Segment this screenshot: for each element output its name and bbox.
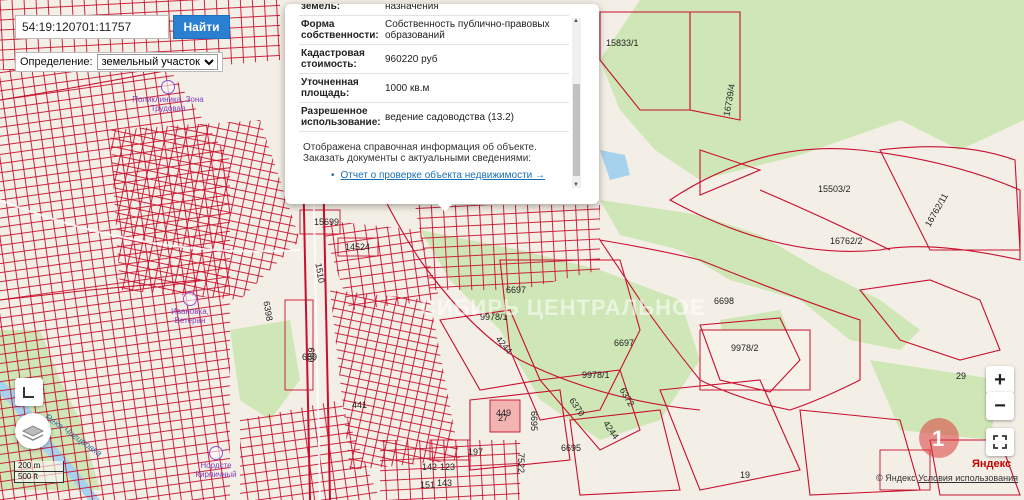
plot-label: 7522 — [516, 452, 527, 474]
layers-icon — [21, 425, 45, 441]
table-row: Уточненная площадь: 1000 кв.м — [299, 73, 569, 103]
plot-label: 441 — [352, 400, 368, 410]
logo-icon: 1 — [919, 418, 959, 458]
poi-marker[interactable]: Нордсте Кирпичный — [186, 446, 246, 479]
definition-label: Определение: — [20, 56, 93, 68]
row-key: земель: — [299, 4, 383, 16]
logo-text: Яндекс — [972, 458, 1012, 470]
plot-label: 6697 — [506, 285, 527, 295]
scale-imperial: 500 ft — [14, 472, 64, 483]
poi-pin-icon — [161, 80, 175, 94]
logo: 1 Яндекс — [914, 416, 1011, 471]
svg-text:1: 1 — [932, 426, 944, 451]
row-value: 1000 кв.м — [383, 73, 569, 103]
parcel-info-table: земель: назначения Форма собственности: Со… — [299, 4, 569, 132]
definition-row: Определение: земельный участок — [15, 52, 223, 72]
plot-label: 6697 — [614, 338, 635, 348]
row-key: Разрешенное использование: — [299, 102, 383, 132]
row-value: назначения — [383, 4, 569, 16]
popup-scrollbar[interactable]: ▲ ▼ — [572, 18, 581, 188]
row-key: Форма собственности: — [299, 15, 383, 45]
plot-label: 151 — [420, 480, 436, 490]
map-footer: © Яндекс Условия использования — [876, 473, 1018, 483]
table-row: Форма собственности: Собственность публич… — [299, 15, 569, 45]
row-key: Уточненная площадь: — [299, 73, 383, 103]
ruler-button[interactable] — [15, 378, 43, 406]
plot-label: 16762/2 — [830, 236, 863, 246]
plot-label: 15503/2 — [818, 184, 851, 194]
scroll-up-icon[interactable]: ▲ — [573, 18, 579, 24]
info-popup: земель: назначения Форма собственности: Со… — [285, 4, 599, 204]
row-value: Собственность публично-правовых образова… — [383, 15, 569, 45]
plot-label: 29 — [956, 371, 967, 381]
plot-label: 9978/2 — [731, 343, 759, 353]
plot-label: 197 — [468, 447, 484, 457]
layers-button[interactable] — [15, 413, 51, 449]
scroll-down-icon[interactable]: ▼ — [573, 182, 579, 188]
plot-label: 143 — [437, 478, 453, 488]
plot-label: 6698 — [714, 296, 735, 306]
plot-label: 6695 — [561, 443, 582, 453]
fullscreen-icon — [993, 435, 1007, 449]
plot-label: 6695 — [529, 410, 540, 432]
table-row: Разрешенное использование: ведение садово… — [299, 102, 569, 132]
plot-label: 689 — [302, 352, 318, 362]
poi-marker[interactable]: Поликлиника, Зона Трудовая — [128, 80, 208, 113]
fullscreen-button[interactable] — [986, 428, 1014, 456]
table-row: земель: назначения — [299, 4, 569, 16]
cadastral-number-input[interactable] — [15, 15, 169, 39]
watermark: СИБИРЬ ЦЕНТРАЛЬНОЕ — [420, 295, 706, 320]
search-bar: Найти — [15, 15, 230, 39]
zoom-in-button[interactable]: + — [986, 366, 1014, 394]
poi-pin-icon — [183, 292, 197, 306]
row-key: Кадастровая стоимость: — [299, 44, 383, 74]
plot-label: 27 — [498, 413, 509, 423]
row-value: 960220 руб — [383, 44, 569, 74]
copyright-text: © Яндекс — [876, 473, 916, 483]
poi-marker[interactable]: Ивановка, Ветеран — [160, 292, 220, 325]
table-row: Кадастровая стоимость: 960220 руб — [299, 44, 569, 74]
plot-label: 14524 — [345, 242, 371, 252]
search-button[interactable]: Найти — [173, 15, 230, 39]
poi-pin-icon — [209, 446, 223, 460]
info-text: Отображена справочная информация об объе… — [303, 142, 537, 164]
terms-link[interactable]: Условия использования — [918, 473, 1018, 483]
definition-select[interactable]: земельный участок — [96, 54, 218, 70]
scale-bar: 200 m 500 ft — [14, 461, 64, 483]
row-value: ведение садоводства (13.2) — [383, 102, 569, 132]
scroll-thumb[interactable] — [573, 84, 580, 176]
report-link[interactable]: Отчет о проверке объекта недвижимости → — [331, 170, 599, 181]
ruler-icon — [23, 387, 34, 398]
plot-label: 123 — [440, 462, 456, 472]
plot-label: 142 — [422, 462, 438, 472]
popup-tip — [437, 203, 453, 212]
plot-label: 15699 — [314, 217, 340, 227]
plot-label: 9978/1 — [582, 370, 610, 380]
plot-label: 15833/1 — [606, 38, 639, 48]
plot-label: 19 — [740, 470, 751, 480]
scale-metric: 200 m — [14, 461, 64, 472]
zoom-out-button[interactable]: − — [986, 392, 1014, 420]
